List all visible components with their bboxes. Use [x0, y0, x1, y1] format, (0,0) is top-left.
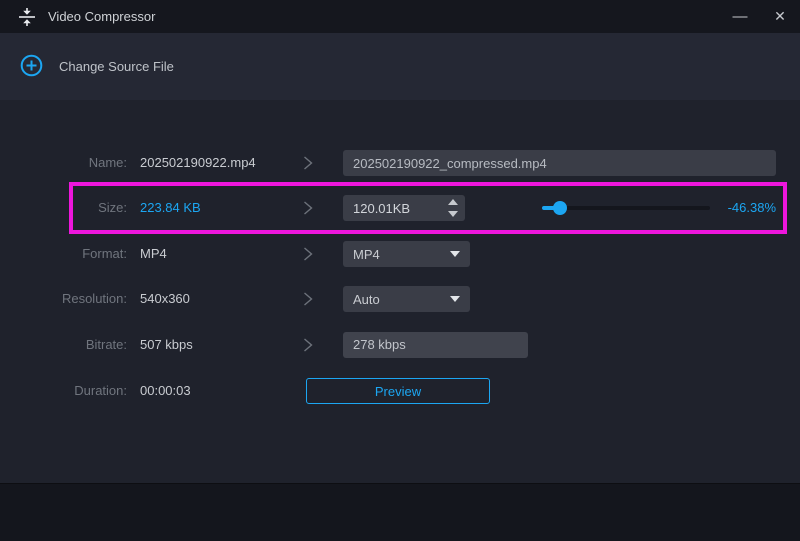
- bitrate-row: Bitrate: 507 kbps 278 kbps: [0, 332, 800, 358]
- chevron-right-icon: [303, 247, 313, 261]
- output-name-input[interactable]: [343, 150, 776, 176]
- duration-label: Duration:: [0, 378, 127, 404]
- size-stepper-up-icon[interactable]: [448, 199, 458, 205]
- header-band: Change Source File: [0, 33, 800, 100]
- resolution-dropdown[interactable]: Auto: [343, 286, 470, 312]
- resolution-source-value: 540x360: [140, 286, 190, 312]
- chevron-right-icon: [303, 338, 313, 352]
- size-reduction-percent: -46.38%: [714, 195, 776, 221]
- size-slider-handle[interactable]: [553, 201, 567, 215]
- chevron-down-icon: [450, 251, 460, 257]
- preview-button[interactable]: Preview: [306, 378, 490, 404]
- size-row: Size: 223.84 KB -46.38%: [0, 195, 800, 221]
- size-source-value: 223.84 KB: [140, 195, 201, 221]
- chevron-down-icon: [450, 296, 460, 302]
- compress-icon: [17, 7, 37, 27]
- format-dropdown[interactable]: MP4: [343, 241, 470, 267]
- titlebar: Video Compressor — ✕: [0, 0, 800, 33]
- size-slider[interactable]: [542, 195, 710, 221]
- name-label: Name:: [0, 150, 127, 176]
- format-dropdown-value: MP4: [353, 247, 380, 262]
- change-source-file-label: Change Source File: [59, 59, 174, 74]
- footer-bar: Save to: D:\Vidmore\Vidmore Video Conver…: [0, 483, 800, 541]
- video-compressor-window: Video Compressor — ✕ Change Source File …: [0, 0, 800, 541]
- window-controls: — ✕: [720, 0, 800, 33]
- duration-row: Duration: 00:00:03 Preview: [0, 378, 800, 404]
- format-label: Format:: [0, 241, 127, 267]
- close-button[interactable]: ✕: [760, 0, 800, 33]
- change-source-file-button[interactable]: Change Source File: [20, 54, 174, 80]
- window-title: Video Compressor: [48, 9, 155, 24]
- duration-source-value: 00:00:03: [140, 378, 191, 404]
- chevron-right-icon: [303, 201, 313, 215]
- chevron-right-icon: [303, 292, 313, 306]
- size-label: Size:: [0, 195, 127, 221]
- format-row: Format: MP4 MP4: [0, 241, 800, 267]
- size-stepper-down-icon[interactable]: [448, 211, 458, 217]
- bitrate-source-value: 507 kbps: [140, 332, 193, 358]
- target-bitrate-value: 278 kbps: [343, 332, 528, 358]
- plus-circle-icon: [20, 54, 43, 80]
- bitrate-label: Bitrate:: [0, 332, 127, 358]
- resolution-row: Resolution: 540x360 Auto: [0, 286, 800, 312]
- name-row: Name: 202502190922.mp4: [0, 150, 800, 176]
- resolution-label: Resolution:: [0, 286, 127, 312]
- name-source-value: 202502190922.mp4: [140, 150, 256, 176]
- resolution-dropdown-value: Auto: [353, 292, 380, 307]
- chevron-right-icon: [303, 156, 313, 170]
- format-source-value: MP4: [140, 241, 167, 267]
- size-stepper: [441, 195, 465, 221]
- minimize-button[interactable]: —: [720, 0, 760, 33]
